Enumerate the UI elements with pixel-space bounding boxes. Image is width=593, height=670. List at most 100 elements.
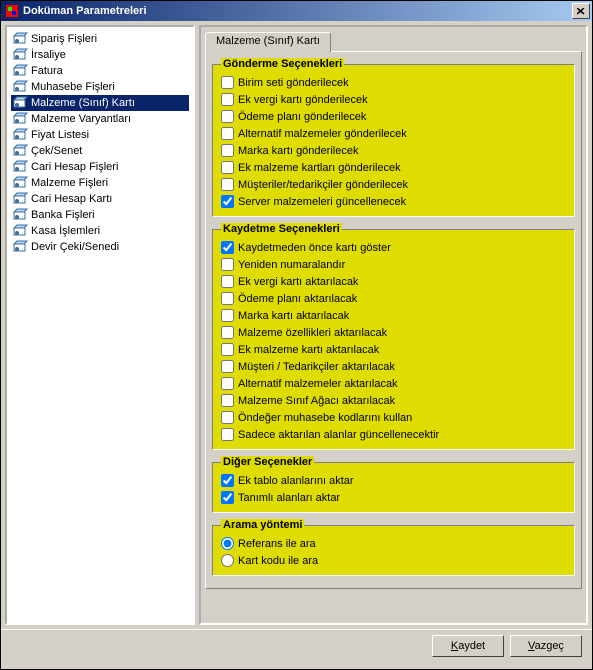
send-checkbox-4[interactable]	[221, 144, 234, 157]
group-search-legend: Arama yöntemi	[221, 519, 304, 531]
title-bar: Doküman Parametreleri	[1, 1, 592, 21]
nav-item-label: Devir Çeki/Senedi	[31, 241, 119, 253]
nav-item-7[interactable]: Çek/Senet	[11, 143, 189, 159]
nav-item-11[interactable]: Banka Fişleri	[11, 207, 189, 223]
send-checkbox-3[interactable]	[221, 127, 234, 140]
nav-item-10[interactable]: Cari Hesap Kartı	[11, 191, 189, 207]
save-row-0[interactable]: Kaydetmeden önce kartı göster	[221, 239, 566, 256]
nav-item-8[interactable]: Cari Hesap Fişleri	[11, 159, 189, 175]
save-label-2: Ek vergi kartı aktarılacak	[238, 276, 358, 288]
app-icon	[5, 4, 19, 18]
send-checkbox-2[interactable]	[221, 110, 234, 123]
save-label-10: Öndeğer muhasebe kodlarını kullan	[238, 412, 412, 424]
document-icon	[13, 48, 29, 62]
save-label-8: Alternatif malzemeler aktarılacak	[238, 378, 398, 390]
send-row-0[interactable]: Birim seti gönderilecek	[221, 74, 566, 91]
send-label-3: Alternatif malzemeler gönderilecek	[238, 128, 407, 140]
cancel-button[interactable]: Vazgeç	[510, 635, 582, 657]
save-checkbox-4[interactable]	[221, 309, 234, 322]
save-row-10[interactable]: Öndeğer muhasebe kodlarını kullan	[221, 409, 566, 426]
search-label-1: Kart kodu ile ara	[238, 555, 318, 567]
send-row-2[interactable]: Ödeme planı gönderilecek	[221, 108, 566, 125]
nav-item-0[interactable]: Sipariş Fişleri	[11, 31, 189, 47]
nav-item-13[interactable]: Devir Çeki/Senedi	[11, 239, 189, 255]
other-row-0[interactable]: Ek tablo alanlarını aktar	[221, 472, 566, 489]
nav-item-3[interactable]: Muhasebe Fişleri	[11, 79, 189, 95]
send-row-4[interactable]: Marka kartı gönderilecek	[221, 142, 566, 159]
save-checkbox-0[interactable]	[221, 241, 234, 254]
send-row-7[interactable]: Server malzemeleri güncellenecek	[221, 193, 566, 210]
send-checkbox-7[interactable]	[221, 195, 234, 208]
group-other-legend: Diğer Seçenekler	[221, 456, 314, 468]
save-checkbox-6[interactable]	[221, 343, 234, 356]
document-icon	[13, 176, 29, 190]
other-row-1[interactable]: Tanımlı alanları aktar	[221, 489, 566, 506]
group-other: Diğer Seçenekler Ek tablo alanlarını akt…	[212, 456, 575, 513]
save-button[interactable]: Kaydet	[432, 635, 504, 657]
document-icon	[13, 224, 29, 238]
send-row-1[interactable]: Ek vergi kartı gönderilecek	[221, 91, 566, 108]
nav-item-label: Cari Hesap Fişleri	[31, 161, 118, 173]
save-checkbox-1[interactable]	[221, 258, 234, 271]
send-checkbox-5[interactable]	[221, 161, 234, 174]
save-checkbox-8[interactable]	[221, 377, 234, 390]
send-checkbox-1[interactable]	[221, 93, 234, 106]
save-row-11[interactable]: Sadece aktarılan alanlar güncellenecekti…	[221, 426, 566, 443]
nav-item-label: Çek/Senet	[31, 145, 82, 157]
save-checkbox-7[interactable]	[221, 360, 234, 373]
close-icon	[577, 8, 585, 15]
nav-item-label: Sipariş Fişleri	[31, 33, 97, 45]
save-label-4: Marka kartı aktarılacak	[238, 310, 349, 322]
send-checkbox-0[interactable]	[221, 76, 234, 89]
nav-item-1[interactable]: İrsaliye	[11, 47, 189, 63]
nav-item-5[interactable]: Malzeme Varyantları	[11, 111, 189, 127]
save-row-4[interactable]: Marka kartı aktarılacak	[221, 307, 566, 324]
other-label-1: Tanımlı alanları aktar	[238, 492, 340, 504]
document-icon	[13, 208, 29, 222]
nav-item-4[interactable]: Malzeme (Sınıf) Kartı	[11, 95, 189, 111]
send-label-0: Birim seti gönderilecek	[238, 77, 349, 89]
send-row-6[interactable]: Müşteriler/tedarikçiler gönderilecek	[221, 176, 566, 193]
search-row-0[interactable]: Referans ile ara	[221, 535, 566, 552]
save-row-5[interactable]: Malzeme özellikleri aktarılacak	[221, 324, 566, 341]
send-checkbox-6[interactable]	[221, 178, 234, 191]
close-button[interactable]	[572, 3, 590, 19]
nav-item-label: Fiyat Listesi	[31, 129, 89, 141]
save-row-7[interactable]: Müşteri / Tedarikçiler aktarılacak	[221, 358, 566, 375]
group-save: Kaydetme Seçenekleri Kaydetmeden önce ka…	[212, 223, 575, 450]
document-icon	[13, 144, 29, 158]
save-checkbox-3[interactable]	[221, 292, 234, 305]
save-checkbox-2[interactable]	[221, 275, 234, 288]
save-checkbox-5[interactable]	[221, 326, 234, 339]
send-row-5[interactable]: Ek malzeme kartları gönderilecek	[221, 159, 566, 176]
save-row-1[interactable]: Yeniden numaralandır	[221, 256, 566, 273]
tab-strip: Malzeme (Sınıf) Kartı	[205, 31, 582, 51]
send-label-7: Server malzemeleri güncellenecek	[238, 196, 406, 208]
group-send: Gönderme Seçenekleri Birim seti gönderil…	[212, 58, 575, 217]
save-checkbox-10[interactable]	[221, 411, 234, 424]
save-row-3[interactable]: Ödeme planı aktarılacak	[221, 290, 566, 307]
tab-content: Gönderme Seçenekleri Birim seti gönderil…	[205, 51, 582, 589]
nav-item-12[interactable]: Kasa İşlemleri	[11, 223, 189, 239]
search-radio-0[interactable]	[221, 537, 234, 550]
nav-item-6[interactable]: Fiyat Listesi	[11, 127, 189, 143]
send-row-3[interactable]: Alternatif malzemeler gönderilecek	[221, 125, 566, 142]
other-checkbox-1[interactable]	[221, 491, 234, 504]
other-checkbox-0[interactable]	[221, 474, 234, 487]
nav-item-2[interactable]: Fatura	[11, 63, 189, 79]
button-bar: Kaydet Vazgeç	[1, 629, 592, 662]
save-row-6[interactable]: Ek malzeme kartı aktarılacak	[221, 341, 566, 358]
save-checkbox-9[interactable]	[221, 394, 234, 407]
tab-malzeme[interactable]: Malzeme (Sınıf) Kartı	[205, 32, 331, 52]
save-row-8[interactable]: Alternatif malzemeler aktarılacak	[221, 375, 566, 392]
search-radio-1[interactable]	[221, 554, 234, 567]
group-send-legend: Gönderme Seçenekleri	[221, 58, 344, 70]
tab-label: Malzeme (Sınıf) Kartı	[216, 35, 320, 47]
save-checkbox-11[interactable]	[221, 428, 234, 441]
search-row-1[interactable]: Kart kodu ile ara	[221, 552, 566, 569]
save-row-2[interactable]: Ek vergi kartı aktarılacak	[221, 273, 566, 290]
nav-item-9[interactable]: Malzeme Fişleri	[11, 175, 189, 191]
save-row-9[interactable]: Malzeme Sınıf Ağacı aktarılacak	[221, 392, 566, 409]
group-search: Arama yöntemi Referans ile ara Kart kodu …	[212, 519, 575, 576]
save-label-3: Ödeme planı aktarılacak	[238, 293, 357, 305]
